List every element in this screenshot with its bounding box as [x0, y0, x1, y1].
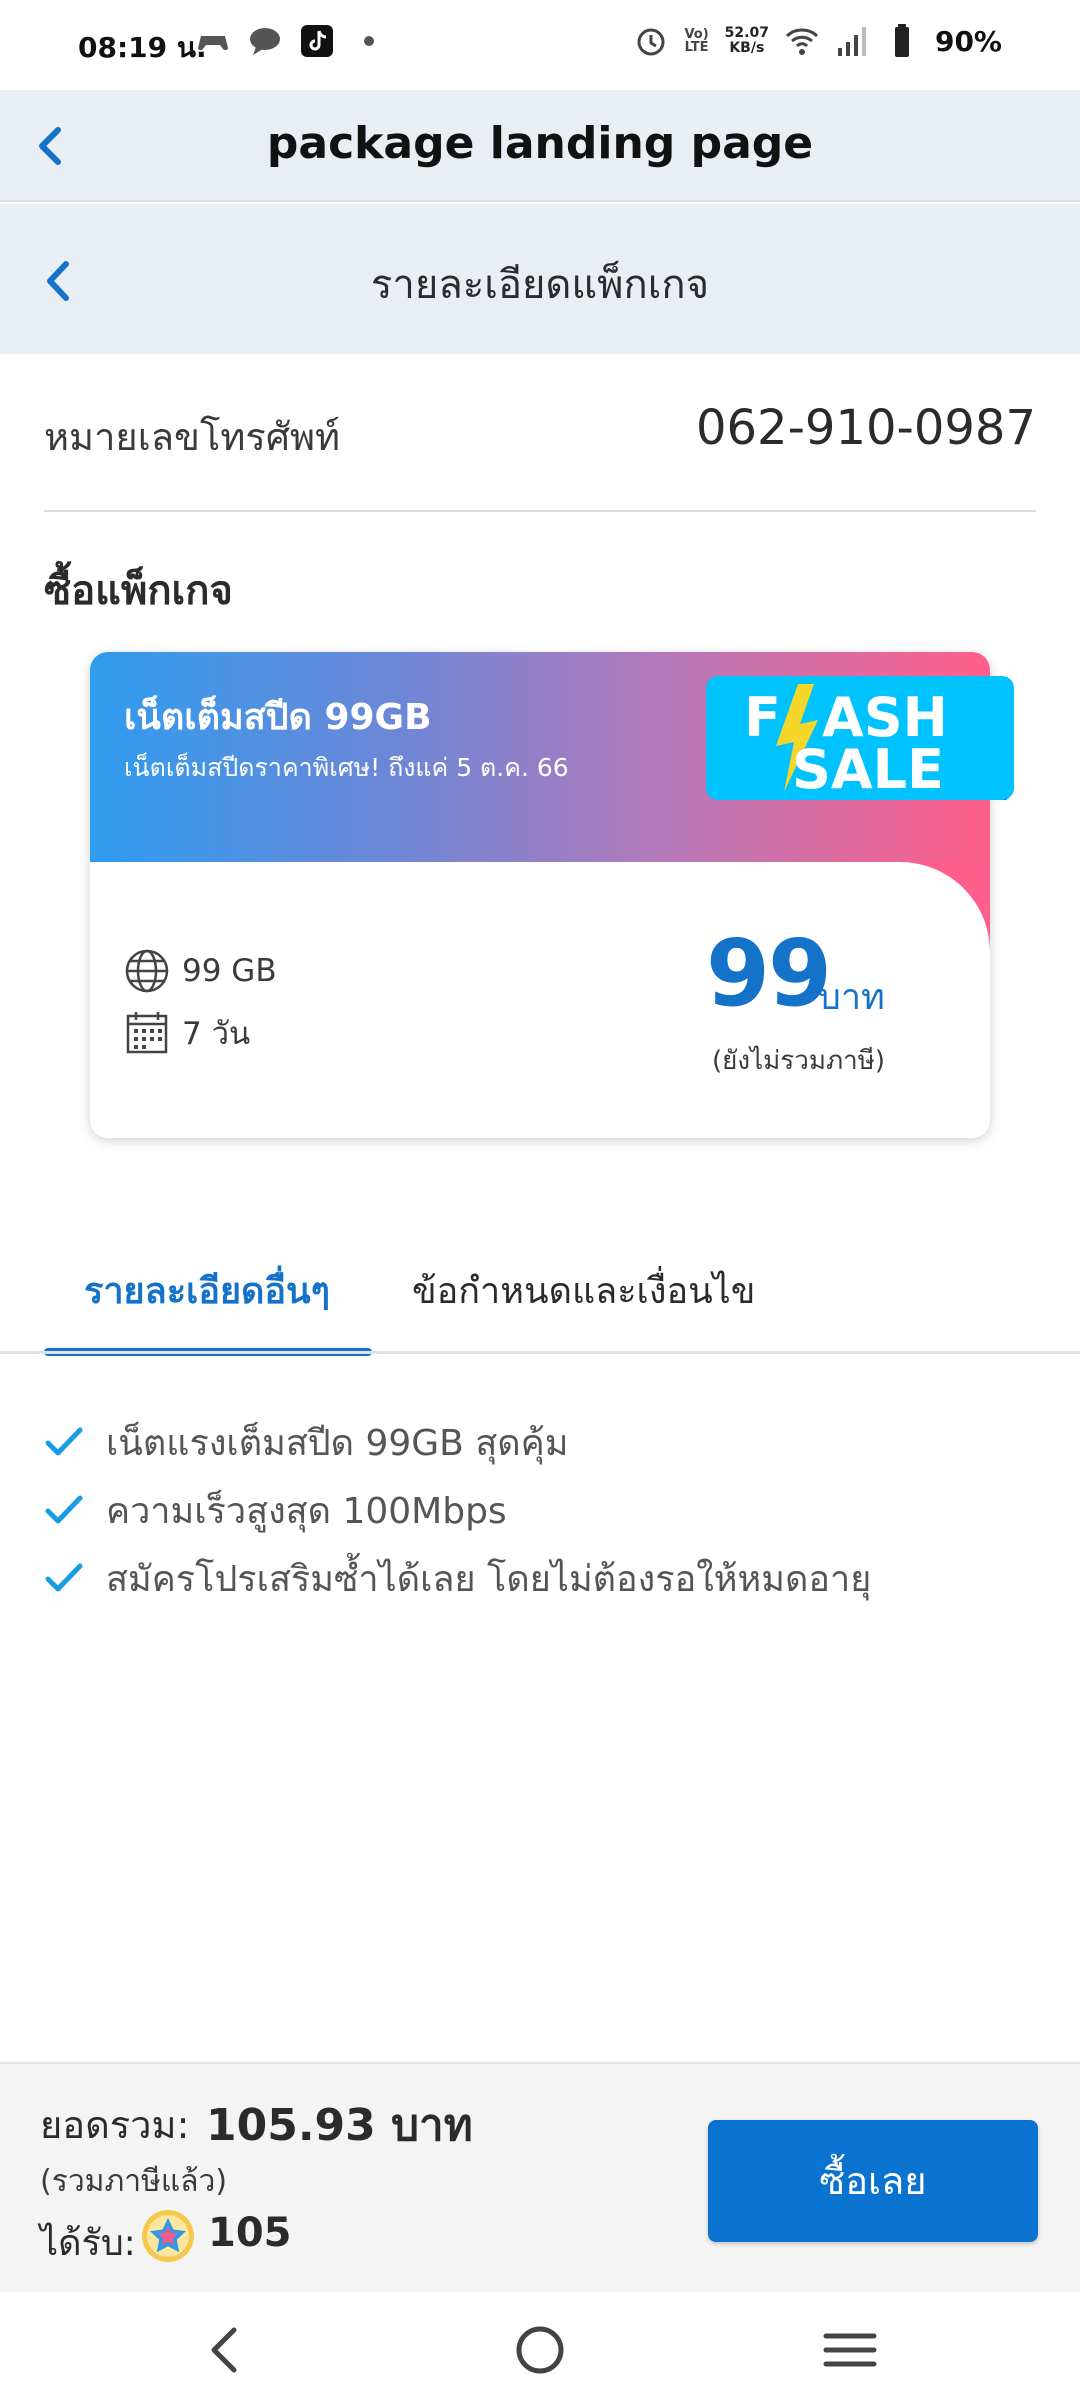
feature-text: สมัครโปรเสริมซ้ำได้เลย โดยไม่ต้องรอให้หม… — [106, 1558, 872, 1600]
network-speed-unit: KB/s — [729, 40, 765, 56]
badge-letter-f: F — [744, 686, 781, 749]
check-icon — [45, 1563, 83, 1592]
nav-home-icon[interactable] — [510, 2320, 570, 2380]
phone-number-row: หมายเลขโทรศัพท์ 062-910-0987 — [44, 390, 1036, 470]
total-value: 105.93 บาท — [206, 2100, 473, 2151]
sub-header: รายละเอียดแพ็กเกจ — [0, 204, 1080, 354]
system-status-icons: Vo) LTE 52.07 KB/s 90% — [634, 24, 1002, 58]
data-amount: 99 GB — [182, 953, 277, 989]
feature-text: ความเร็วสูงสุด 100Mbps — [106, 1490, 507, 1532]
check-icon — [45, 1427, 83, 1456]
nav-menu-icon[interactable] — [820, 2320, 880, 2380]
battery-percent: 90% — [934, 24, 1002, 58]
feature-list: เน็ตแรงเต็มสปีด 99GB สุดคุ้ม ความเร็วสูง… — [44, 1408, 871, 1612]
flash-sale-badge: F ASH SALE — [706, 676, 1014, 800]
feature-item: ความเร็วสูงสุด 100Mbps — [44, 1476, 871, 1544]
signal-icon — [837, 27, 866, 56]
status-time: 08:19 น. — [78, 31, 207, 64]
sub-header-title: รายละเอียดแพ็กเกจ — [370, 262, 710, 308]
points-label: ได้รับ: — [40, 2223, 136, 2264]
points-value: 105 — [208, 2210, 292, 2256]
calendar-icon — [126, 1012, 168, 1054]
status-bar: 08:19 น. Vo) LTE 52.07 KB/s 90% — [0, 0, 1080, 90]
wifi-icon — [785, 28, 819, 55]
network-speed-value: 52.07 — [724, 25, 769, 41]
feature-item: สมัครโปรเสริมซ้ำได้เลย โดยไม่ต้องรอให้หม… — [44, 1544, 871, 1612]
badge-text-sale: SALE — [792, 738, 944, 800]
globe-icon — [125, 949, 169, 993]
section-title: ซื้อแพ็กเกจ — [44, 568, 233, 614]
battery-icon — [894, 24, 909, 57]
package-name: เน็ตเต็มสปีด 99GB — [124, 697, 432, 738]
alarm-icon — [637, 28, 665, 56]
phone-number-label: หมายเลขโทรศัพท์ — [44, 415, 341, 459]
tab-bar: รายละเอียดอื่นๆ ข้อกำหนดและเงื่อนไข — [0, 1232, 1080, 1356]
nav-back-icon[interactable] — [196, 2320, 256, 2380]
tax-included-note: (รวมภาษีแล้ว) — [40, 2164, 228, 2199]
package-description: เน็ตเต็มสปีดราคาพิเศษ! ถึงแค่ 5 ต.ค. 66 — [124, 753, 569, 782]
tab-terms-conditions[interactable]: ข้อกำหนดและเงื่อนไข — [412, 1262, 755, 1319]
page-title: package landing page — [266, 118, 814, 169]
divider — [44, 510, 1036, 512]
feature-item: เน็ตแรงเต็มสปีด 99GB สุดคุ้ม — [44, 1408, 871, 1476]
validity: 7 วัน — [182, 1016, 251, 1052]
notification-icons — [196, 24, 386, 58]
game-controller-icon — [198, 36, 228, 51]
order-summary-bar: ยอดรวม: 105.93 บาท (รวมภาษีแล้ว) ได้รับ:… — [0, 2062, 1080, 2292]
total-label: ยอดรวม: — [40, 2103, 190, 2147]
tiktok-icon — [301, 25, 333, 57]
volte-indicator: Vo) LTE — [684, 28, 708, 54]
volte-bottom-text: LTE — [684, 40, 709, 55]
phone-number-value: 062-910-0987 — [695, 400, 1036, 456]
validity-row: 7 วัน — [124, 1008, 250, 1058]
network-speed: 52.07 KB/s — [725, 26, 769, 56]
package-price: 99 — [706, 920, 832, 1027]
tab-other-details[interactable]: รายละเอียดอื่นๆ — [44, 1262, 370, 1319]
package-price-unit: บาท — [818, 977, 885, 1018]
buy-now-button[interactable]: ซื้อเลย — [708, 2120, 1038, 2242]
chat-bubble-icon — [250, 28, 280, 55]
star-coin-icon — [142, 2210, 194, 2262]
check-icon — [45, 1495, 83, 1524]
app-bar: package landing page — [0, 90, 1080, 202]
price-tax-note: (ยังไม่รวมภาษี) — [712, 1046, 886, 1076]
data-amount-row: 99 GB — [124, 948, 277, 994]
more-dot-icon — [364, 36, 374, 46]
system-nav-bar — [0, 2292, 1080, 2408]
tab-divider — [0, 1351, 1080, 1354]
feature-text: เน็ตแรงเต็มสปีด 99GB สุดคุ้ม — [106, 1422, 569, 1464]
